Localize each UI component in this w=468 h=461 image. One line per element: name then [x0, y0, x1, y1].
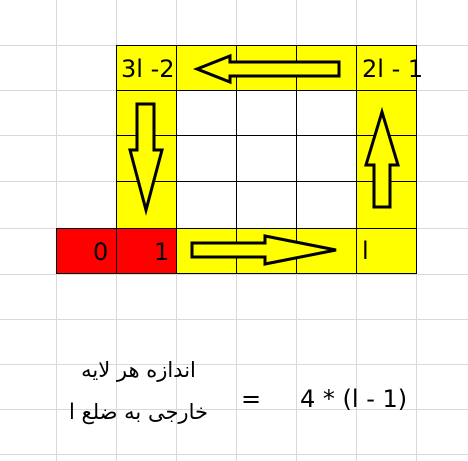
label-bottom-right: l	[362, 237, 369, 265]
caption-line-1: اندازه هر لایه	[81, 358, 196, 382]
arrow-left	[192, 53, 341, 85]
formula: 4 * (l - 1)	[300, 385, 408, 413]
arrow-up	[363, 106, 401, 209]
label-top-right: 2l - 1	[362, 55, 424, 83]
label-start-zero: 0	[93, 238, 109, 266]
equals-sign: =	[241, 385, 262, 413]
caption-line-2: خارجی به ضلع l	[69, 400, 208, 424]
label-top-left: 3l -2	[121, 55, 175, 83]
arrow-down	[128, 102, 164, 216]
arrow-right	[190, 234, 337, 266]
label-start-one: 1	[154, 238, 170, 266]
